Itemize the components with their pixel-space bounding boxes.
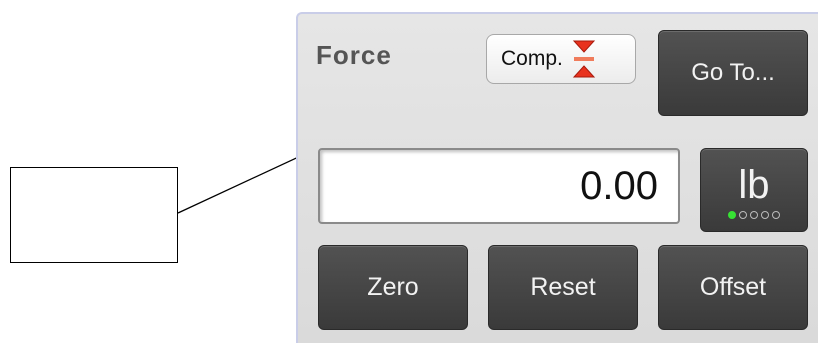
unit-indicator-dots — [728, 211, 780, 219]
force-title: Force — [316, 40, 392, 70]
offset-button[interactable]: Offset — [658, 245, 808, 330]
unit-button[interactable]: lb — [700, 148, 808, 232]
compression-arrows-icon — [571, 39, 597, 79]
unit-label: lb — [738, 163, 770, 207]
unit-dot — [761, 211, 769, 219]
reset-button[interactable]: Reset — [488, 245, 638, 330]
unit-dot — [739, 211, 747, 219]
compression-mode-button[interactable]: Comp. — [486, 34, 636, 84]
unit-dot — [772, 211, 780, 219]
force-reading-display: 0.00 — [318, 148, 680, 224]
zero-button[interactable]: Zero — [318, 245, 468, 330]
compression-mode-label: Comp. — [501, 47, 563, 70]
go-to-button[interactable]: Go To... — [658, 30, 808, 116]
unit-dot — [728, 211, 736, 219]
unit-dot — [750, 211, 758, 219]
callout-box — [10, 167, 178, 263]
force-reading-value: 0.00 — [580, 163, 658, 208]
